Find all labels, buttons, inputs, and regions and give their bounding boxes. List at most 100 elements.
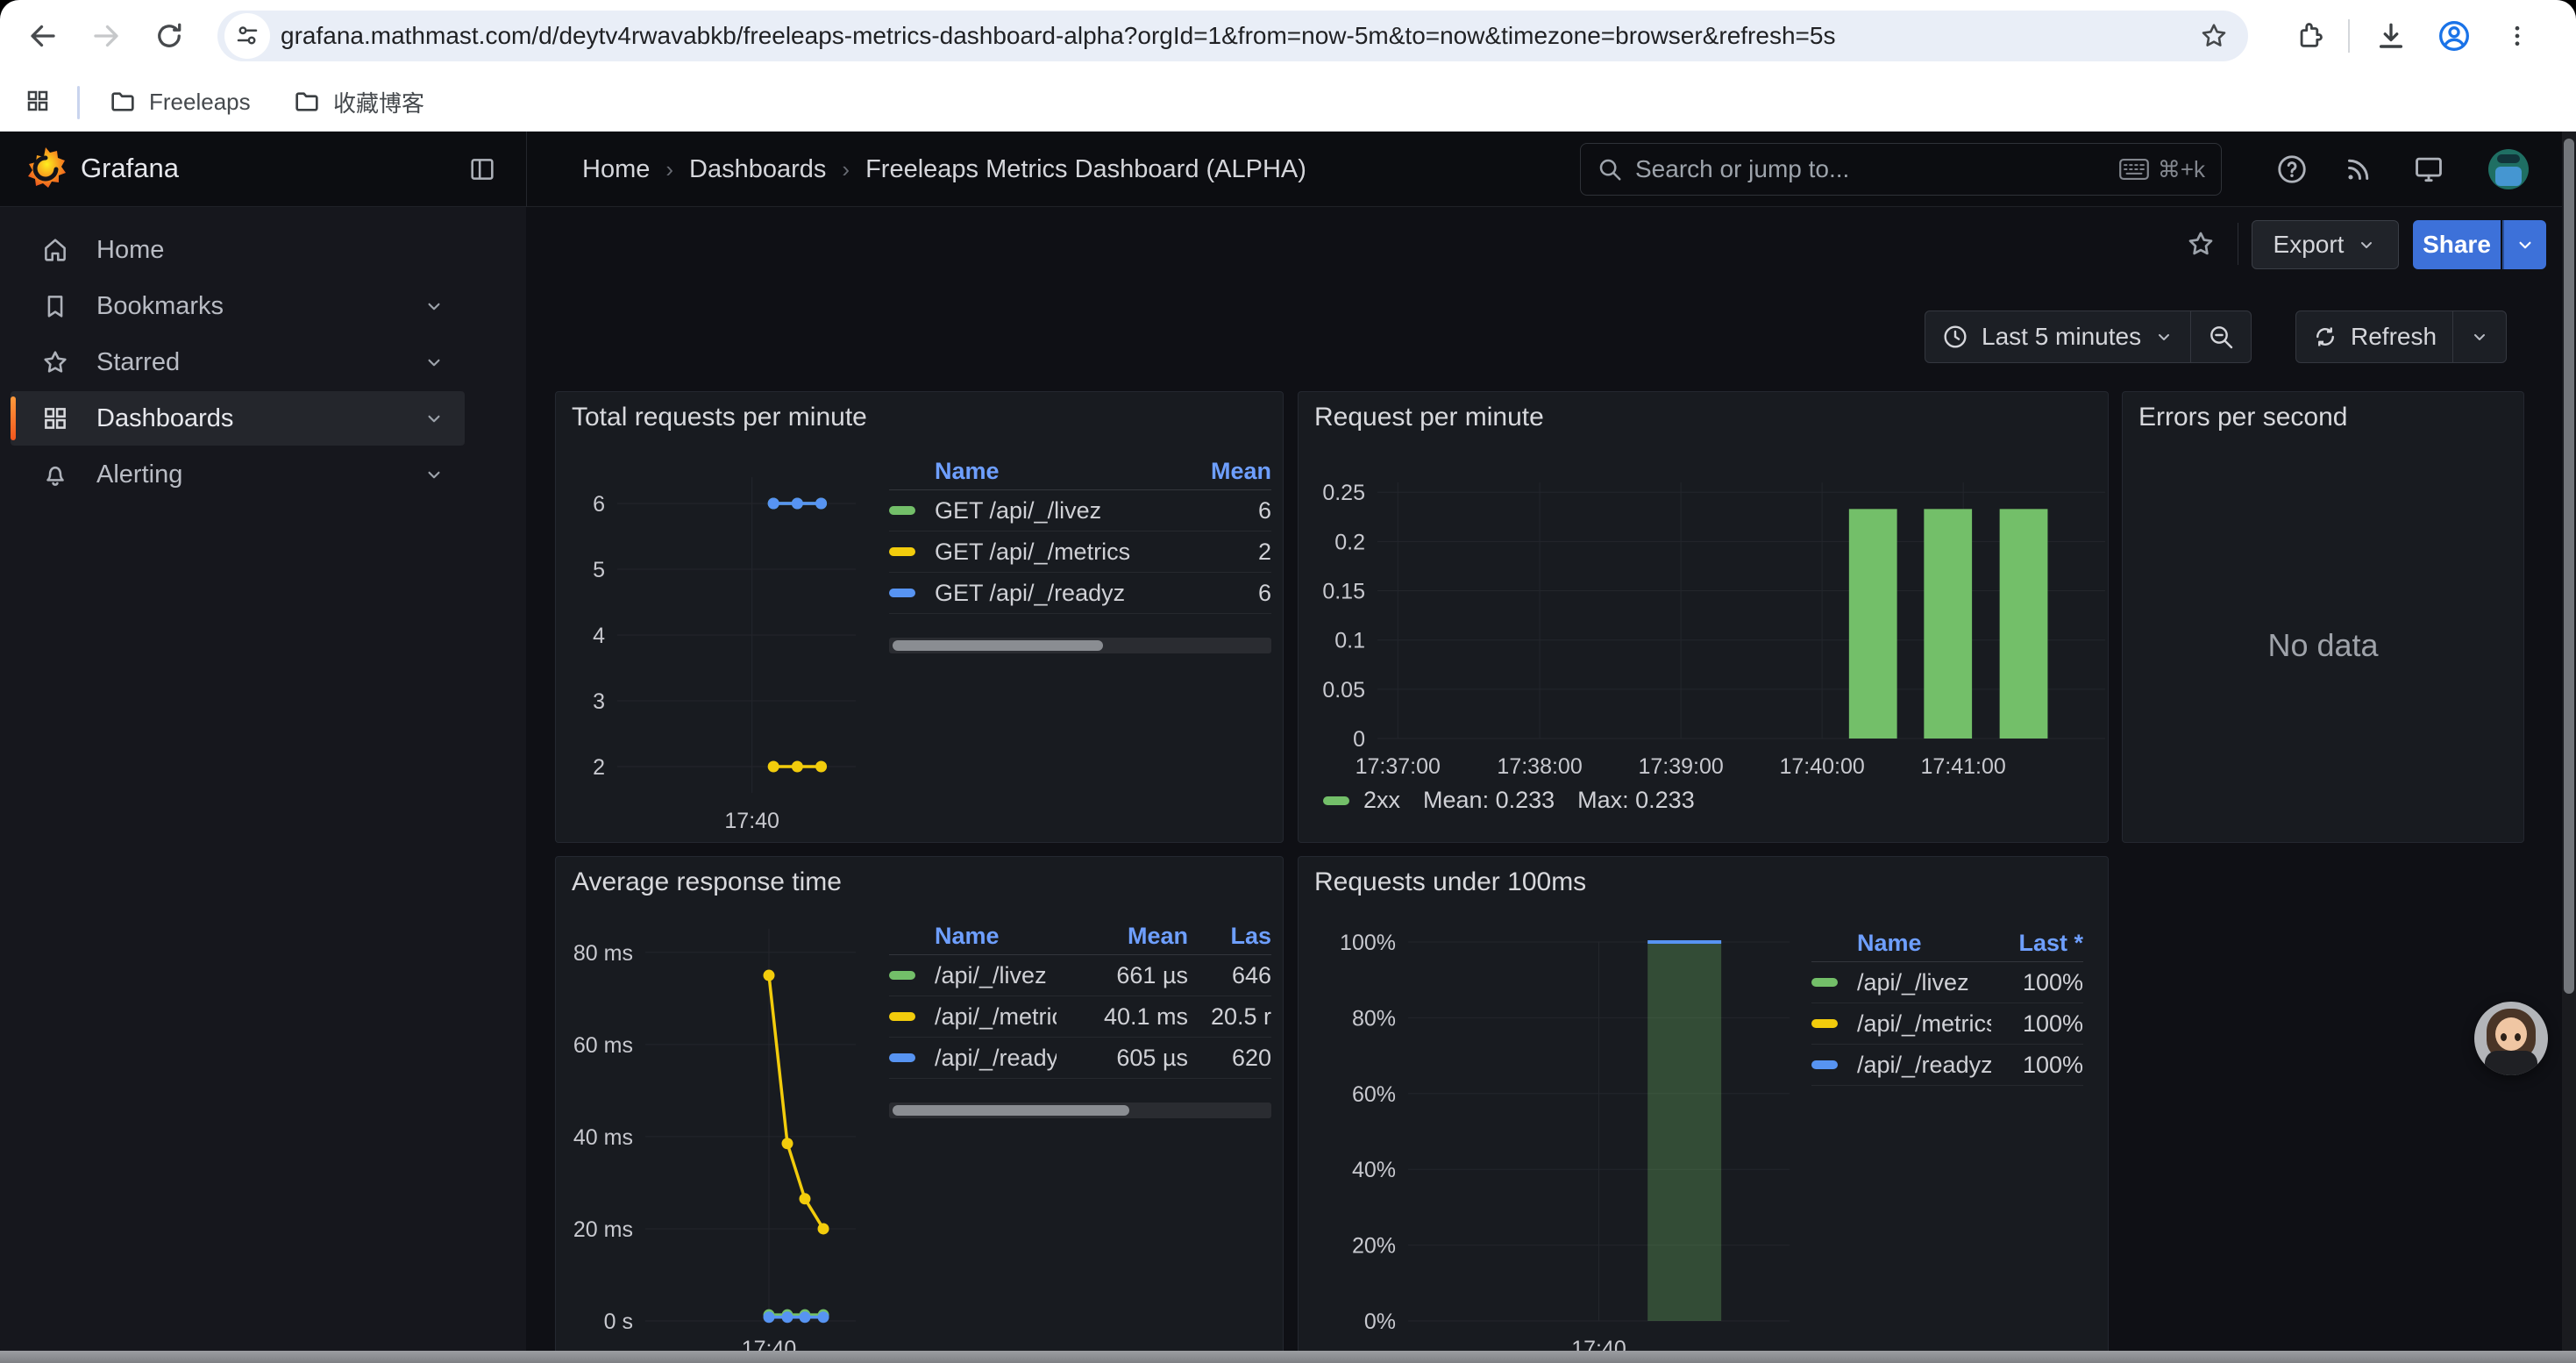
scrollbar-thumb[interactable] — [893, 640, 1103, 651]
series-value: 40.1 ms — [1057, 1003, 1188, 1031]
scrollbar-thumb[interactable] — [893, 1105, 1129, 1116]
svg-text:0.1: 0.1 — [1334, 629, 1365, 653]
bookmark-folder-blogs[interactable]: 收藏博客 — [279, 81, 438, 123]
forward-button[interactable] — [82, 12, 130, 60]
legend-row[interactable]: /api/_/readyz100% — [1811, 1045, 2083, 1086]
search-input[interactable]: Search or jump to... ⌘+k — [1580, 143, 2222, 196]
refresh-button[interactable]: Refresh — [2296, 311, 2452, 362]
url-text: grafana.mathmast.com/d/deytv4rwavabkb/fr… — [281, 22, 2180, 50]
panel-requests-under-100ms[interactable]: Requests under 100ms 100%80%60%40%20%0%1… — [1298, 856, 2109, 1363]
legend-col-header[interactable]: Name — [935, 923, 1057, 950]
window-scrollbar-thumb[interactable] — [2564, 139, 2574, 994]
sidebar-item-dashboards[interactable]: Dashboards — [11, 391, 465, 446]
extensions-button[interactable] — [2287, 12, 2334, 60]
help-button[interactable] — [2273, 150, 2311, 189]
breadcrumb: Home › Dashboards › Freeleaps Metrics Da… — [582, 132, 1306, 207]
legend-inline[interactable]: 2xx Mean: 0.233 Max: 0.233 — [1323, 787, 1695, 814]
panel-errors-per-second[interactable]: Errors per second No data — [2122, 391, 2524, 843]
share-button[interactable]: Share — [2413, 220, 2501, 269]
legend-scrollbar[interactable] — [889, 1103, 1271, 1118]
panel-request-per-minute[interactable]: Request per minute 0.250.20.150.10.05017… — [1298, 391, 2109, 843]
share-menu-button[interactable] — [2502, 220, 2546, 269]
nav-divider — [526, 132, 527, 207]
sidebar-item-label: Starred — [96, 348, 423, 377]
series-name: /api/_/readyz — [1857, 1052, 1991, 1079]
reload-button[interactable] — [146, 12, 193, 60]
legend-col-header[interactable]: Name — [935, 458, 1184, 485]
url-bar[interactable]: grafana.mathmast.com/d/deytv4rwavabkb/fr… — [217, 11, 2248, 61]
bookmark-folder-freeleaps[interactable]: Freeleaps — [95, 81, 265, 123]
legend-row[interactable]: /api/_/readyz605 µs620 — [889, 1038, 1271, 1079]
chevron-down-icon[interactable] — [423, 295, 445, 318]
chevron-down-icon — [2356, 234, 2377, 255]
sidebar-item-starred[interactable]: Starred — [11, 335, 465, 389]
refresh-interval-button[interactable] — [2453, 311, 2506, 362]
browser-menu-button[interactable] — [2494, 12, 2541, 60]
news-button[interactable] — [2339, 150, 2378, 189]
series-value: 661 µs — [1057, 962, 1188, 989]
breadcrumb-home[interactable]: Home — [582, 155, 650, 184]
profile-button[interactable] — [2430, 12, 2478, 60]
bookmarks-bar: Freeleaps 收藏博客 — [0, 72, 2576, 132]
screen: grafana.mathmast.com/d/deytv4rwavabkb/fr… — [0, 0, 2576, 1363]
help-icon — [2275, 153, 2309, 186]
series-value: 6 — [1184, 580, 1271, 607]
user-avatar[interactable] — [2488, 149, 2529, 189]
series-marker — [889, 506, 915, 515]
legend-row[interactable]: GET /api/_/readyz6 — [889, 573, 1271, 614]
series-marker — [1811, 1060, 1838, 1069]
window-bottom-scrollbar[interactable] — [0, 1351, 2576, 1363]
legend-row[interactable]: /api/_/livez100% — [1811, 962, 2083, 1003]
series-name: /api/_/metrics — [935, 1003, 1057, 1031]
avatar-art — [2495, 1017, 2527, 1051]
downloads-button[interactable] — [2367, 12, 2415, 60]
breadcrumb-separator: › — [665, 156, 673, 183]
apps-button[interactable] — [16, 79, 60, 123]
export-button[interactable]: Export — [2252, 220, 2399, 269]
legend-table: NameMean GET /api/_/livez6GET /api/_/metr… — [889, 453, 1271, 614]
legend-col-header[interactable]: Las — [1188, 923, 1271, 950]
legend-row[interactable]: GET /api/_/livez6 — [889, 490, 1271, 532]
svg-text:6: 6 — [593, 492, 605, 517]
sidebar-item-label: Home — [96, 236, 465, 265]
time-range-picker[interactable]: Last 5 minutes — [1925, 311, 2190, 362]
legend-col-header[interactable]: Last * — [1991, 930, 2083, 957]
bookmark-page-button[interactable] — [2199, 21, 2229, 51]
svg-text:0.2: 0.2 — [1334, 530, 1365, 554]
bookmarks-divider — [77, 86, 80, 119]
favorite-dashboard-button[interactable] — [2181, 225, 2220, 263]
legend-row[interactable]: /api/_/livez661 µs646 — [889, 955, 1271, 996]
series-value: 605 µs — [1057, 1045, 1188, 1072]
legend-scrollbar[interactable] — [889, 638, 1271, 653]
sidebar-item-home[interactable]: Home — [11, 223, 465, 277]
monitor-button[interactable] — [2409, 150, 2448, 189]
breadcrumb-dashboards[interactable]: Dashboards — [689, 155, 826, 184]
chevron-down-icon[interactable] — [423, 351, 445, 374]
forward-arrow-icon — [90, 20, 122, 52]
series-value: 2 — [1184, 539, 1271, 566]
dock-menu-button[interactable] — [463, 150, 502, 189]
panel-total-requests-per-minute[interactable]: Total requests per minute 6543217:40 Nam… — [555, 391, 1284, 843]
legend-row[interactable]: /api/_/metrics40.1 ms20.5 r — [889, 996, 1271, 1038]
legend-col-header[interactable]: Mean — [1184, 458, 1271, 485]
site-settings-button[interactable] — [224, 13, 270, 59]
sidebar-item-alerting[interactable]: Alerting — [11, 447, 465, 502]
assistant-avatar-floater[interactable] — [2474, 1002, 2548, 1075]
panel-average-response-time[interactable]: Average response time 80 ms60 ms40 ms20 … — [555, 856, 1284, 1363]
back-button[interactable] — [19, 12, 67, 60]
zoom-out-icon — [2207, 323, 2235, 351]
avatar-art — [2515, 1033, 2521, 1041]
search-placeholder: Search or jump to... — [1635, 155, 2107, 183]
sidebar-item-bookmarks[interactable]: Bookmarks — [11, 279, 465, 333]
legend-col-header[interactable]: Mean — [1057, 923, 1188, 950]
legend-col-header[interactable]: Name — [1857, 930, 1991, 957]
legend-row[interactable]: GET /api/_/metrics2 — [889, 532, 1271, 573]
svg-text:80 ms: 80 ms — [573, 941, 633, 966]
zoom-out-button[interactable] — [2191, 311, 2251, 362]
chevron-down-icon[interactable] — [423, 463, 445, 486]
breadcrumb-current: Freeleaps Metrics Dashboard (ALPHA) — [865, 155, 1306, 184]
svg-text:3: 3 — [593, 689, 605, 714]
series-marker — [889, 1053, 915, 1062]
legend-row[interactable]: /api/_/metrics100% — [1811, 1003, 2083, 1045]
chevron-down-icon[interactable] — [423, 407, 445, 430]
